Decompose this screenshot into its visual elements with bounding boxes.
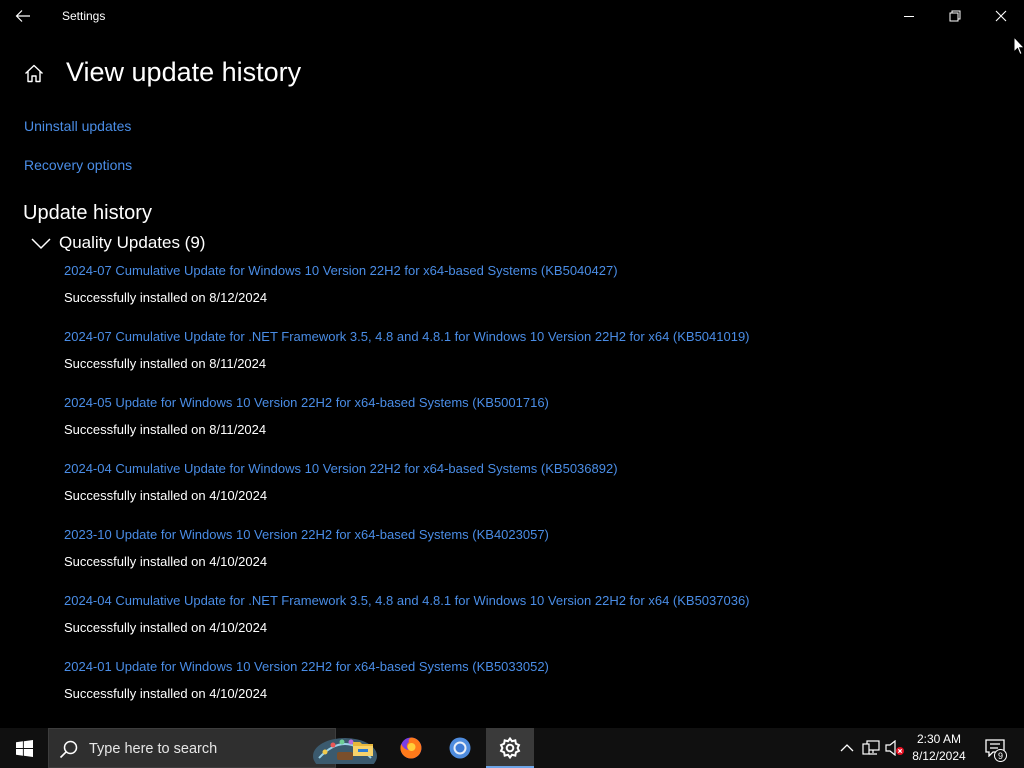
close-button[interactable]	[978, 0, 1024, 32]
chevron-down-icon	[30, 235, 52, 251]
mouse-cursor-icon	[1013, 36, 1024, 56]
home-icon	[25, 64, 43, 82]
update-item: 2024-04 Cumulative Update for Windows 10…	[64, 460, 1004, 526]
update-item: 2024-07 Cumulative Update for .NET Frame…	[64, 328, 1004, 394]
clock-date: 8/12/2024	[912, 749, 966, 763]
group-label: Quality Updates (9)	[59, 233, 206, 252]
quality-updates-group-toggle[interactable]: Quality Updates (9)	[30, 231, 205, 255]
back-arrow-icon	[15, 10, 30, 22]
update-item: 2024-01 Update for Windows 10 Version 22…	[64, 658, 1004, 724]
update-item: 2024-07 Cumulative Update for Windows 10…	[64, 262, 1004, 328]
notification-count-badge: 9	[994, 749, 1007, 762]
update-status: Successfully installed on 4/10/2024	[64, 554, 268, 569]
update-title-link[interactable]: 2023-10 Update for Windows 10 Version 22…	[64, 527, 549, 542]
taskbar-file-explorer[interactable]	[339, 728, 387, 768]
close-icon	[995, 10, 1007, 22]
taskbar-clock[interactable]: 2:30 AM 8/12/2024	[908, 731, 970, 765]
update-item: 2024-05 Update for Windows 10 Version 22…	[64, 394, 1004, 460]
back-button[interactable]	[10, 5, 36, 27]
update-status: Successfully installed on 4/10/2024	[64, 620, 268, 635]
update-title-link[interactable]: 2024-01 Update for Windows 10 Version 22…	[64, 659, 549, 674]
volume-status[interactable]	[884, 728, 906, 768]
update-status: Successfully installed on 8/11/2024	[64, 422, 267, 437]
update-status: Successfully installed on 8/12/2024	[64, 290, 268, 305]
update-item: 2023-10 Update for Windows 10 Version 22…	[64, 526, 1004, 592]
network-icon	[862, 740, 880, 755]
update-status: Successfully installed on 8/11/2024	[64, 356, 267, 371]
action-center-button[interactable]	[978, 728, 1012, 768]
update-title-link[interactable]: 2024-07 Cumulative Update for .NET Frame…	[64, 329, 750, 344]
restore-icon	[949, 10, 961, 22]
network-status[interactable]	[860, 728, 882, 768]
uninstall-updates-link[interactable]: Uninstall updates	[24, 118, 131, 134]
gear-icon	[499, 737, 521, 759]
show-hidden-icons-button[interactable]	[836, 728, 858, 768]
chevron-up-icon	[840, 744, 854, 752]
folder-icon	[353, 742, 373, 756]
update-item: 2024-04 Cumulative Update for .NET Frame…	[64, 592, 1004, 658]
taskbar-chrome[interactable]	[436, 728, 484, 768]
volume-muted-icon	[885, 740, 904, 756]
update-title-link[interactable]: 2024-04 Cumulative Update for Windows 10…	[64, 461, 618, 476]
taskbar-settings[interactable]	[486, 728, 534, 768]
taskbar: Type here to search 2:30 AM 8/12/2024 9	[0, 728, 1024, 768]
search-placeholder: Type here to search	[89, 741, 218, 757]
minimize-icon	[904, 16, 914, 17]
home-button[interactable]	[22, 62, 46, 84]
update-title-link[interactable]: 2024-07 Cumulative Update for Windows 10…	[64, 263, 618, 278]
taskbar-search-box[interactable]: Type here to search	[48, 728, 377, 768]
update-title-link[interactable]: 2024-04 Cumulative Update for .NET Frame…	[64, 593, 750, 608]
update-status: Successfully installed on 4/10/2024	[64, 686, 268, 701]
update-title-link[interactable]: 2024-05 Update for Windows 10 Version 22…	[64, 395, 549, 410]
chrome-icon	[449, 737, 471, 759]
recovery-options-link[interactable]: Recovery options	[24, 157, 132, 173]
app-title: Settings	[62, 9, 106, 23]
taskbar-firefox[interactable]	[387, 728, 435, 768]
update-list: 2024-07 Cumulative Update for Windows 10…	[64, 262, 1004, 724]
title-bar: Settings	[0, 0, 1024, 32]
page-title: View update history	[66, 57, 302, 87]
windows-logo-icon	[15, 739, 33, 757]
firefox-icon	[400, 737, 422, 759]
start-button[interactable]	[0, 728, 48, 768]
search-icon	[59, 740, 78, 759]
minimize-button[interactable]	[886, 0, 932, 32]
update-status: Successfully installed on 4/10/2024	[64, 488, 268, 503]
restore-button[interactable]	[932, 0, 978, 32]
clock-time: 2:30 AM	[916, 732, 962, 746]
section-title: Update history	[23, 202, 152, 224]
